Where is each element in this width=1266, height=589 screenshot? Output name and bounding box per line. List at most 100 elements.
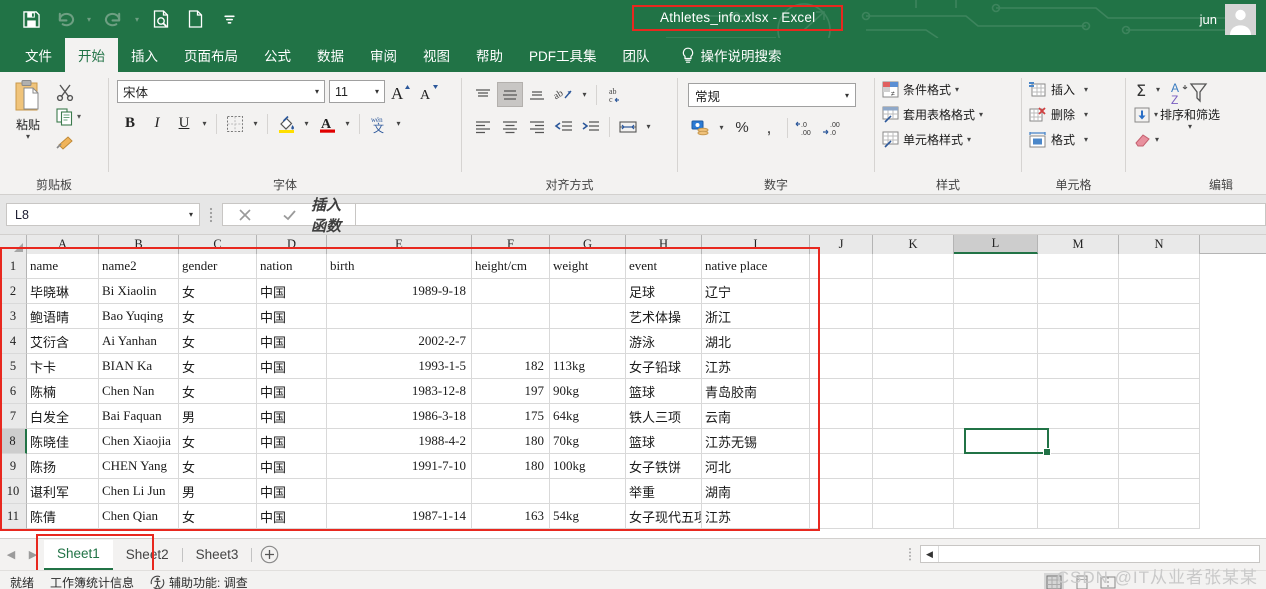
cell-K6[interactable] — [873, 379, 954, 404]
column-header-j[interactable]: J — [810, 235, 873, 254]
formula-bar-grip[interactable] — [200, 203, 222, 226]
row-header-3[interactable]: 3 — [0, 304, 27, 329]
font-color-caret-icon[interactable]: ▾ — [341, 111, 354, 136]
cell-G10[interactable] — [550, 479, 626, 504]
scroll-left-arrow-icon[interactable]: ◀ — [921, 546, 939, 562]
cell-C9[interactable]: 女 — [179, 454, 257, 479]
cell-H10[interactable]: 举重 — [626, 479, 702, 504]
tab-data[interactable]: 数据 — [304, 38, 357, 72]
format-as-table-caret-icon[interactable]: ▾ — [979, 110, 983, 119]
cell-I9[interactable]: 河北 — [702, 454, 810, 479]
number-format-caret-icon[interactable]: ▾ — [845, 91, 852, 100]
column-header-l[interactable]: L — [954, 235, 1038, 254]
cell-E10[interactable] — [327, 479, 472, 504]
clear-caret-icon[interactable]: ▾ — [1155, 135, 1159, 144]
underline-button[interactable]: U — [171, 111, 197, 136]
cell-J4[interactable] — [810, 329, 873, 354]
row-header-8[interactable]: 8 — [0, 429, 27, 454]
font-color-button[interactable]: A — [314, 111, 340, 136]
cell-H11[interactable]: 女子现代五项 — [626, 504, 702, 529]
fill-color-caret-icon[interactable]: ▾ — [300, 111, 313, 136]
cell-J5[interactable] — [810, 354, 873, 379]
cell-M3[interactable] — [1038, 304, 1119, 329]
cell-F5[interactable]: 182 — [472, 354, 550, 379]
cell-D5[interactable]: 中国 — [257, 354, 327, 379]
cell-D6[interactable]: 中国 — [257, 379, 327, 404]
cell-A9[interactable]: 陈扬 — [27, 454, 99, 479]
cell-F3[interactable] — [472, 304, 550, 329]
grid-rows[interactable]: 1 name name2 gender nation birth height/cm weig… — [0, 254, 1266, 529]
cell-M5[interactable] — [1038, 354, 1119, 379]
cell-N11[interactable] — [1119, 504, 1200, 529]
customize-qat-icon[interactable] — [212, 4, 246, 34]
cell-N8[interactable] — [1119, 429, 1200, 454]
font-size-combobox[interactable]: 11 ▾ — [329, 80, 385, 103]
cell-J9[interactable] — [810, 454, 873, 479]
cell-D3[interactable]: 中国 — [257, 304, 327, 329]
cell-J10[interactable] — [810, 479, 873, 504]
number-format-combobox[interactable]: 常规 ▾ — [688, 83, 856, 107]
cell-M7[interactable] — [1038, 404, 1119, 429]
cell-D4[interactable]: 中国 — [257, 329, 327, 354]
cell-L2[interactable] — [954, 279, 1038, 304]
cancel-formula-button[interactable] — [223, 204, 267, 225]
column-header-a[interactable]: A — [27, 235, 99, 254]
accounting-format-button[interactable] — [688, 115, 714, 140]
table-row[interactable]: 1 name name2 gender nation birth height/cm weig… — [0, 254, 1266, 279]
accessibility-status[interactable]: 辅助功能: 调查 — [150, 574, 248, 589]
cell-B5[interactable]: BIAN Ka — [99, 354, 179, 379]
cell-D9[interactable]: 中国 — [257, 454, 327, 479]
cell-N2[interactable] — [1119, 279, 1200, 304]
cell-F8[interactable]: 180 — [472, 429, 550, 454]
save-icon[interactable] — [14, 4, 48, 34]
autosum-button[interactable]: Σ ▾ — [1126, 77, 1160, 102]
cell-H6[interactable]: 篮球 — [626, 379, 702, 404]
cell-K3[interactable] — [873, 304, 954, 329]
cell-N7[interactable] — [1119, 404, 1200, 429]
cell-E11[interactable]: 1987-1-14 — [327, 504, 472, 529]
column-header-b[interactable]: B — [99, 235, 179, 254]
fill-color-button[interactable] — [273, 111, 299, 136]
cell-I5[interactable]: 江苏 — [702, 354, 810, 379]
cell-H3[interactable]: 艺术体操 — [626, 304, 702, 329]
cell-J3[interactable] — [810, 304, 873, 329]
tab-file[interactable]: 文件 — [12, 38, 65, 72]
cell-E9[interactable]: 1991-7-10 — [327, 454, 472, 479]
cell-F6[interactable]: 197 — [472, 379, 550, 404]
cell-G6[interactable]: 90kg — [550, 379, 626, 404]
cut-button[interactable] — [56, 80, 81, 103]
merge-center-caret-icon[interactable]: ▾ — [642, 114, 655, 139]
cell-M8[interactable] — [1038, 429, 1119, 454]
scroll-grip-icon[interactable] — [900, 544, 920, 564]
cell-N4[interactable] — [1119, 329, 1200, 354]
cell-G8[interactable]: 70kg — [550, 429, 626, 454]
cell-C8[interactable]: 女 — [179, 429, 257, 454]
row-header-5[interactable]: 5 — [0, 354, 27, 379]
table-row[interactable]: 11 陈倩 Chen Qian 女中国 1987-1-14 163 54kg 女子现代五项 江苏 — [0, 504, 1266, 529]
cell-M10[interactable] — [1038, 479, 1119, 504]
column-header-k[interactable]: K — [873, 235, 954, 254]
accounting-caret-icon[interactable]: ▾ — [715, 115, 728, 140]
tab-view[interactable]: 视图 — [410, 38, 463, 72]
cell-C11[interactable]: 女 — [179, 504, 257, 529]
cell-K4[interactable] — [873, 329, 954, 354]
cell-B3[interactable]: Bao Yuqing — [99, 304, 179, 329]
cell-A5[interactable]: 卞卡 — [27, 354, 99, 379]
cell-B8[interactable]: Chen Xiaojia — [99, 429, 179, 454]
cell-A1[interactable]: name — [27, 254, 99, 279]
cell-J7[interactable] — [810, 404, 873, 429]
cell-G1[interactable]: weight — [550, 254, 626, 279]
tab-home[interactable]: 开始 — [65, 38, 118, 72]
cell-M11[interactable] — [1038, 504, 1119, 529]
cell-H9[interactable]: 女子铁饼 — [626, 454, 702, 479]
paste-caret-icon[interactable]: ▾ — [26, 133, 30, 141]
cell-I10[interactable]: 湖南 — [702, 479, 810, 504]
cell-I7[interactable]: 云南 — [702, 404, 810, 429]
row-header-1[interactable]: 1 — [0, 254, 27, 279]
cell-E2[interactable]: 1989-9-18 — [327, 279, 472, 304]
clear-button[interactable]: ▾ — [1126, 127, 1160, 152]
insert-function-button[interactable]: 插入函数 — [311, 198, 355, 235]
underline-caret-icon[interactable]: ▾ — [198, 111, 211, 136]
increase-font-size-button[interactable]: A — [389, 80, 413, 103]
row-header-7[interactable]: 7 — [0, 404, 27, 429]
